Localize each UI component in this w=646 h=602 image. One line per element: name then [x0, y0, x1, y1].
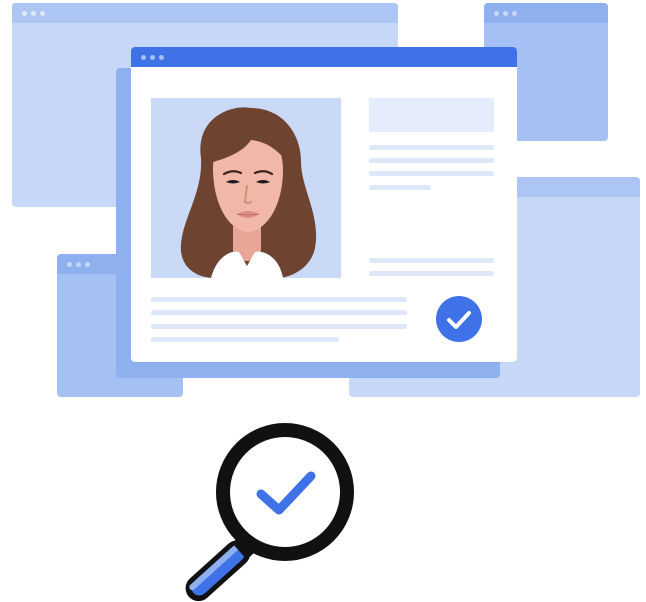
detail-line: [369, 145, 494, 150]
bio-line: [151, 324, 407, 329]
detail-line: [369, 258, 494, 263]
magnifier-check-icon: [185, 423, 354, 602]
bio-line: [151, 297, 407, 302]
bio-line: [151, 337, 339, 342]
profile-card: [131, 47, 517, 362]
window-dots-icon: [141, 55, 164, 60]
window-dots-icon: [494, 11, 517, 16]
window-title-bar: [12, 3, 398, 23]
avatar-woman-icon: [180, 107, 317, 278]
window-title-bar: [484, 3, 608, 23]
detail-line: [369, 171, 494, 176]
check-circle-icon: [436, 296, 482, 342]
profile-photo: [151, 98, 341, 278]
window-dots-icon: [67, 262, 90, 267]
window-dots-icon: [22, 11, 45, 16]
profile-header-block: [369, 98, 494, 132]
bio-line: [151, 310, 407, 315]
detail-line: [369, 271, 494, 276]
detail-line: [369, 185, 431, 190]
profile-card-title-bar: [131, 47, 517, 67]
detail-line: [369, 158, 494, 163]
